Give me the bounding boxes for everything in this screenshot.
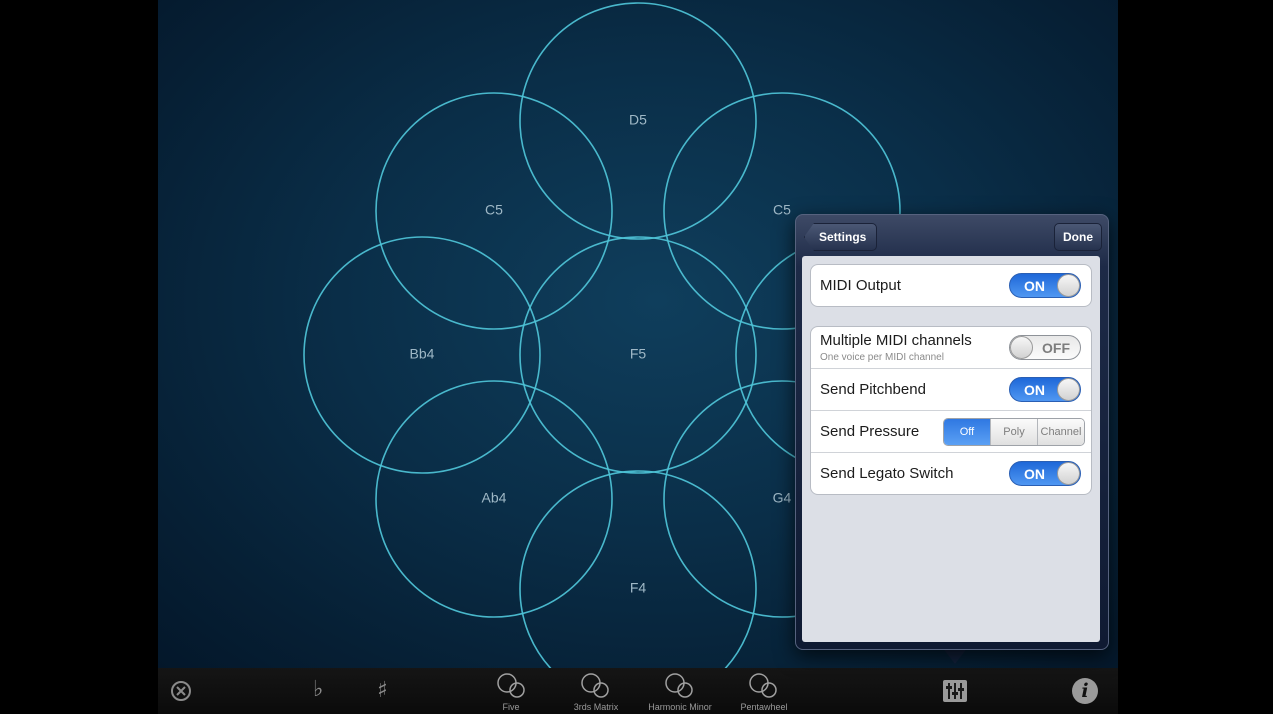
midi-options-group: Multiple MIDI channels One voice per MID… xyxy=(810,326,1092,495)
note-label: Ab4 xyxy=(482,490,507,506)
layout-harmonic-minor-label: Harmonic Minor xyxy=(648,702,712,712)
send-pitchbend-label: Send Pitchbend xyxy=(820,381,926,398)
settings-back-button[interactable]: Settings xyxy=(804,223,878,251)
switch-knob xyxy=(1010,336,1033,359)
send-legato-switch-row: Send Legato Switch ON xyxy=(811,453,1091,494)
send-pressure-segmented-control: Off Poly Channel xyxy=(943,418,1085,446)
send-pressure-poly-segment[interactable]: Poly xyxy=(990,419,1037,445)
midi-output-group: MIDI Output ON xyxy=(810,264,1092,307)
note-label: F4 xyxy=(630,580,647,596)
close-icon[interactable] xyxy=(170,680,192,702)
sharp-icon[interactable]: ♯ xyxy=(377,678,388,703)
info-icon-glyph: i xyxy=(1081,680,1089,702)
note-label: F5 xyxy=(630,346,647,362)
settings-popover: Settings Done MIDI Output ON Multiple MI… xyxy=(795,214,1109,650)
bottom-toolbar: ♭ ♯ Five 3rds Matrix Harmonic Minor Pent… xyxy=(158,668,1118,714)
two-circles-icon xyxy=(749,673,777,698)
switch-state-text: ON xyxy=(1024,278,1045,294)
done-button[interactable]: Done xyxy=(1054,223,1102,251)
midi-output-switch[interactable]: ON xyxy=(1009,273,1081,298)
two-circles-icon xyxy=(581,673,609,698)
send-pitchbend-row: Send Pitchbend ON xyxy=(811,369,1091,411)
midi-output-label: MIDI Output xyxy=(820,277,901,294)
note-label: C5 xyxy=(485,202,503,218)
note-circle-f4[interactable] xyxy=(519,470,757,668)
send-legato-switch-toggle[interactable]: ON xyxy=(1009,461,1081,486)
settings-content: MIDI Output ON Multiple MIDI channels On… xyxy=(802,256,1100,642)
two-circles-icon xyxy=(665,673,693,698)
switch-state-text: ON xyxy=(1024,466,1045,482)
note-label: Bb4 xyxy=(410,346,435,362)
info-icon[interactable]: i xyxy=(1072,678,1098,704)
multiple-midi-channels-switch[interactable]: OFF xyxy=(1009,335,1081,360)
two-circles-icon xyxy=(497,673,525,698)
layout-pentawheel-label: Pentawheel xyxy=(740,702,788,712)
multiple-midi-channels-label: Multiple MIDI channels xyxy=(820,332,972,349)
send-pressure-label: Send Pressure xyxy=(820,423,920,440)
layout-3rds-matrix-label: 3rds Matrix xyxy=(573,702,619,712)
mixer-settings-icon[interactable] xyxy=(943,680,967,702)
note-label: D5 xyxy=(629,112,647,128)
midi-output-row: MIDI Output ON xyxy=(811,265,1091,306)
switch-knob xyxy=(1057,274,1080,297)
note-label: C5 xyxy=(773,202,791,218)
switch-state-text: ON xyxy=(1024,382,1045,398)
send-pressure-off-segment[interactable]: Off xyxy=(944,419,990,445)
multiple-midi-channels-row: Multiple MIDI channels One voice per MID… xyxy=(811,327,1091,369)
switch-knob xyxy=(1057,378,1080,401)
switch-knob xyxy=(1057,462,1080,485)
multiple-midi-channels-sublabel: One voice per MIDI channel xyxy=(820,352,944,363)
layout-five-label: Five xyxy=(502,702,520,712)
send-pitchbend-switch[interactable]: ON xyxy=(1009,377,1081,402)
send-pressure-row: Send Pressure Off Poly Channel xyxy=(811,411,1091,453)
flat-icon[interactable]: ♭ xyxy=(313,677,323,702)
send-pressure-channel-segment[interactable]: Channel xyxy=(1037,419,1084,445)
switch-state-text: OFF xyxy=(1042,340,1070,356)
popover-nav-bar: Settings Done xyxy=(796,215,1108,255)
note-label: G4 xyxy=(773,490,792,506)
send-legato-switch-label: Send Legato Switch xyxy=(820,465,954,482)
